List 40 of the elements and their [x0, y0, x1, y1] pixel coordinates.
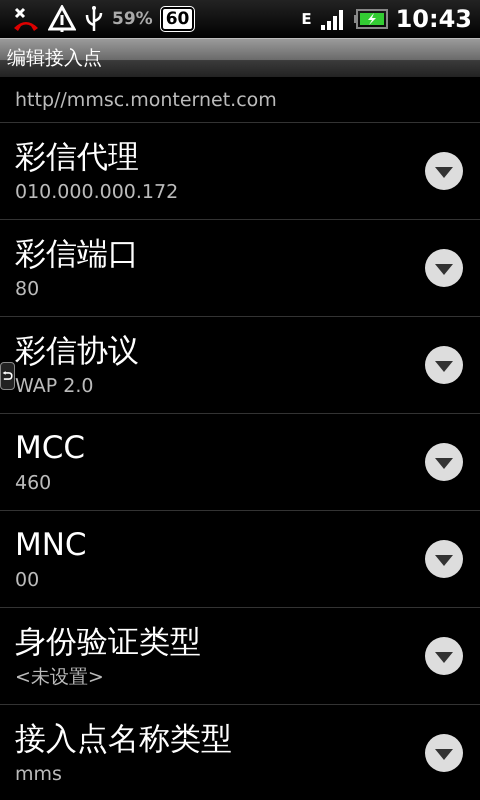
dropdown-button[interactable]	[424, 636, 464, 676]
dropdown-button[interactable]	[424, 539, 464, 579]
setting-row[interactable]: MNC 00	[0, 511, 480, 608]
dropdown-button[interactable]	[424, 442, 464, 482]
screen-title: 编辑接入点	[7, 46, 102, 71]
notification-badge: 60	[160, 7, 194, 31]
setting-label: 彩信代理	[15, 138, 140, 177]
back-button[interactable]	[0, 362, 15, 390]
network-type: E	[301, 10, 312, 28]
setting-label: 接入点名称类型	[15, 720, 233, 759]
setting-value: 010.000.000.172	[15, 180, 180, 205]
usb-icon	[84, 5, 104, 33]
setting-row[interactable]: 彩信端口 80	[0, 220, 480, 317]
warning-icon	[48, 5, 76, 33]
setting-value: <未设置>	[15, 665, 105, 690]
setting-row[interactable]: 彩信代理 010.000.000.172	[0, 123, 480, 220]
setting-value: 00	[15, 568, 40, 593]
setting-row[interactable]: MCC 460	[0, 414, 480, 511]
setting-label: MCC	[15, 429, 86, 468]
battery-charging-icon	[354, 8, 388, 30]
setting-value: http//mmsc.monternet.com	[15, 88, 277, 112]
setting-value: 80	[15, 277, 40, 302]
dropdown-button[interactable]	[424, 151, 464, 191]
missed-call-icon	[12, 6, 40, 32]
setting-row[interactable]: 接入点名称类型 mms	[0, 705, 480, 800]
setting-label: 彩信端口	[15, 235, 140, 274]
dropdown-button[interactable]	[424, 345, 464, 385]
setting-row[interactable]: 身份验证类型 <未设置>	[0, 608, 480, 705]
clock: 10:43	[396, 5, 472, 33]
back-icon	[2, 370, 13, 382]
dropdown-button[interactable]	[424, 733, 464, 773]
setting-value: mms	[15, 762, 63, 787]
setting-label: MNC	[15, 526, 88, 565]
dropdown-button[interactable]	[424, 248, 464, 288]
setting-value: 460	[15, 471, 52, 496]
signal-icon	[320, 7, 346, 31]
setting-label: 身份验证类型	[15, 623, 202, 662]
setting-label: 彩信协议	[15, 332, 140, 371]
battery-percent: 59%	[112, 9, 153, 29]
setting-value: WAP 2.0	[15, 374, 94, 399]
